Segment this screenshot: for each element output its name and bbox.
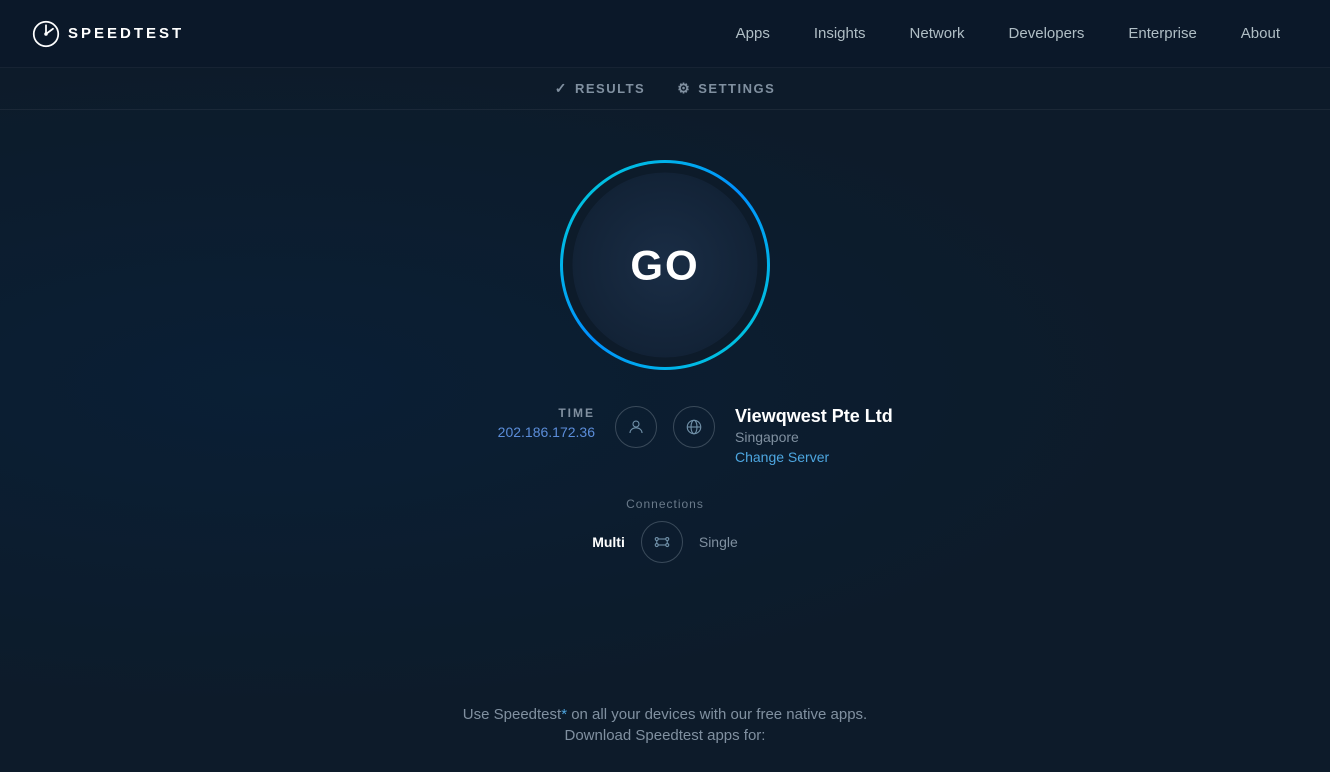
info-section: TIME 202.186.172.36 Viewqwest Pte <box>365 406 965 465</box>
results-tab[interactable]: ✓ RESULTS <box>555 80 645 97</box>
settings-icon: ⚙ <box>677 80 691 97</box>
globe-icon <box>685 418 703 436</box>
navbar: SPEEDTEST Apps Insights Network Develope… <box>0 0 1330 68</box>
connections-toggle-icon[interactable] <box>641 521 683 563</box>
time-label: TIME <box>558 406 595 420</box>
footer-use-speedtest: Use Speedtest <box>463 706 561 723</box>
results-icon: ✓ <box>555 80 568 97</box>
settings-tab[interactable]: ⚙ SETTINGS <box>677 80 775 97</box>
footer-text: Use Speedtest* on all your devices with … <box>463 706 867 744</box>
logo-text: SPEEDTEST <box>68 25 184 42</box>
main-content: GO TIME 202.186.172.36 <box>0 110 1330 563</box>
logo-link[interactable]: SPEEDTEST <box>32 20 184 48</box>
ip-address: 202.186.172.36 <box>498 424 595 440</box>
info-left: TIME 202.186.172.36 <box>365 406 595 440</box>
nav-link-developers[interactable]: Developers <box>991 17 1103 50</box>
settings-label: SETTINGS <box>698 81 775 96</box>
results-label: RESULTS <box>575 81 645 96</box>
info-right: Viewqwest Pte Ltd Singapore Change Serve… <box>735 406 965 465</box>
speedtest-logo-icon <box>32 20 60 48</box>
isp-name: Viewqwest Pte Ltd <box>735 406 893 427</box>
connections-label: Connections <box>626 497 704 511</box>
user-icon-circle <box>615 406 657 448</box>
go-text: GO <box>630 241 699 289</box>
go-button[interactable]: GO <box>560 160 770 370</box>
connections-toggle: Multi Single <box>592 521 738 563</box>
connections-icon <box>653 533 671 551</box>
sub-navbar: ✓ RESULTS ⚙ SETTINGS <box>0 68 1330 110</box>
connections-section: Connections Multi Single <box>592 497 738 563</box>
multi-option[interactable]: Multi <box>592 534 625 550</box>
nav-link-enterprise[interactable]: Enterprise <box>1110 17 1214 50</box>
globe-icon-circle <box>673 406 715 448</box>
nav-link-network[interactable]: Network <box>892 17 983 50</box>
footer-line2: Download Speedtest apps for: <box>463 727 867 744</box>
info-center <box>595 406 735 448</box>
single-option[interactable]: Single <box>699 534 738 550</box>
nav-link-about[interactable]: About <box>1223 17 1298 50</box>
user-icon <box>627 418 645 436</box>
nav-links: Apps Insights Network Developers Enterpr… <box>718 17 1298 50</box>
change-server-link[interactable]: Change Server <box>735 449 829 465</box>
isp-location: Singapore <box>735 429 799 445</box>
go-circle-inner: GO <box>573 173 758 358</box>
footer-line1-end: on all your devices with our free native… <box>567 706 867 723</box>
footer-line1: Use Speedtest* on all your devices with … <box>463 706 867 723</box>
nav-link-apps[interactable]: Apps <box>718 17 788 50</box>
nav-link-insights[interactable]: Insights <box>796 17 884 50</box>
